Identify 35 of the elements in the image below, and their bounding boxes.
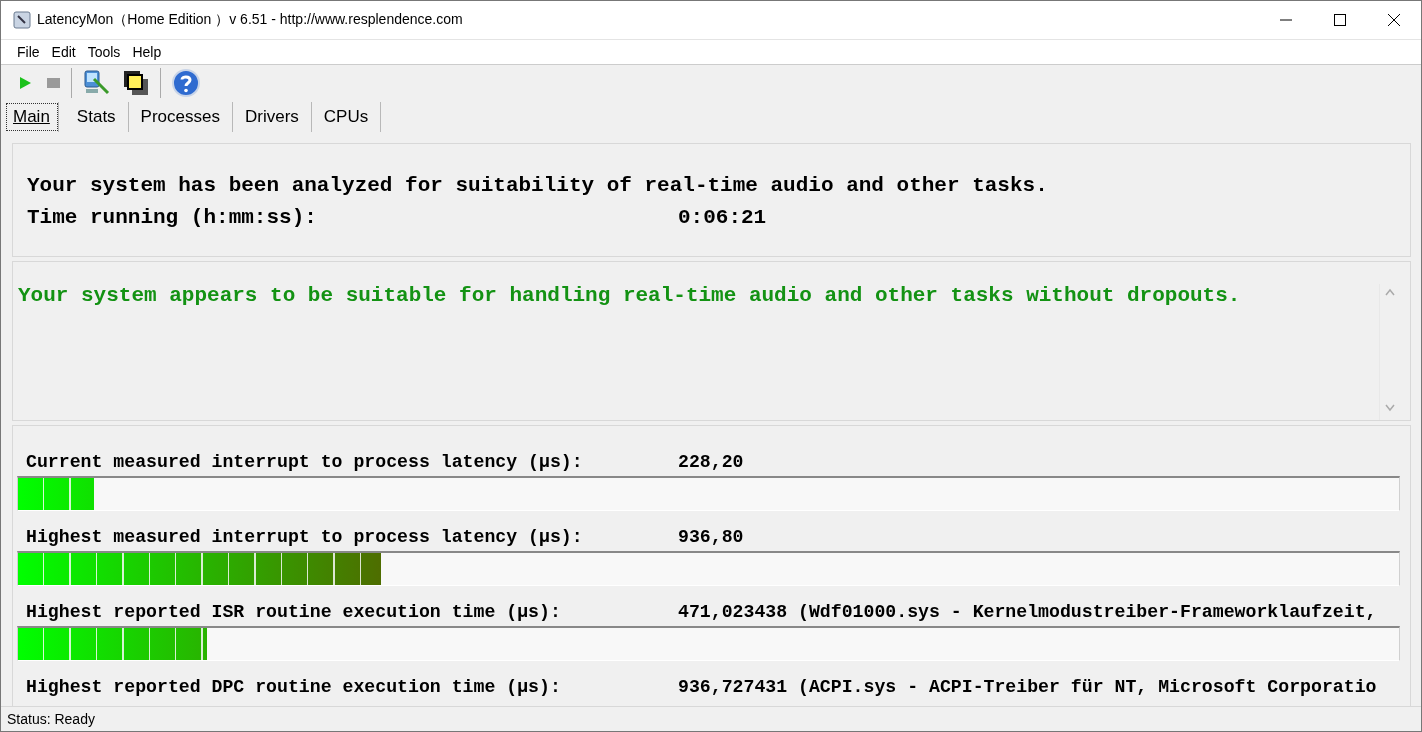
tab[interactable]: Processes — [128, 102, 233, 132]
measurement-value: 936,727431 — [678, 676, 789, 699]
time-value: 0:06:21 — [678, 205, 767, 231]
tab[interactable]: CPUs — [311, 102, 382, 132]
tab[interactable]: Main — [5, 102, 59, 132]
measurement-label: Highest reported DPC routine execution time (µs): — [26, 676, 562, 699]
measurement-label: Highest measured interrupt to process latency (µs): — [26, 526, 584, 549]
measurement-label: Highest reported ISR routine execution time (µs): — [26, 601, 562, 624]
app-icon — [13, 11, 31, 29]
scroll-up-icon — [1385, 288, 1395, 296]
measurement-value: 936,80 — [678, 526, 745, 549]
menu-item[interactable]: Tools — [81, 44, 127, 60]
window-title: LatencyMon（Home Edition ）v 6.51 - http://www.resplendence.com — [37, 11, 463, 29]
status-bar: Status: Ready — [1, 706, 1421, 731]
computer-icon — [82, 69, 110, 97]
driver-name: (Wdf01000.sys - Kernelmodustreiber-Frameworklaufzeit, — [798, 601, 1377, 624]
menu-item[interactable]: File — [11, 44, 46, 60]
maximize-icon — [1333, 13, 1347, 27]
menu-item[interactable]: Help — [126, 44, 168, 60]
summary-text: Your system has been analyzed for suitability of real-time audio and other tasks. — [27, 173, 1049, 199]
overlapping-squares-icon — [122, 69, 150, 97]
measurement-value: 471,023438 — [678, 601, 789, 624]
measurement-label: Current measured interrupt to process latency (µs): — [26, 451, 584, 474]
driver-name: (ACPI.sys - ACPI-Treiber für NT, Microsoft Corporatio — [798, 676, 1377, 699]
menu-item[interactable]: Edit — [45, 44, 82, 60]
close-icon — [1387, 13, 1401, 27]
tab[interactable]: Stats — [64, 102, 129, 132]
help-icon — [171, 68, 201, 98]
time-label: Time running (h:mm:ss): — [27, 205, 318, 231]
play-icon — [17, 75, 33, 91]
measurement-value: 228,20 — [678, 451, 745, 474]
stop-icon — [45, 75, 61, 91]
verdict-text: Your system appears to be suitable for handling real-time audio and other tasks without dropouts. — [18, 284, 1242, 309]
tab[interactable]: Drivers — [233, 102, 312, 132]
scroll-down-icon — [1385, 404, 1395, 412]
